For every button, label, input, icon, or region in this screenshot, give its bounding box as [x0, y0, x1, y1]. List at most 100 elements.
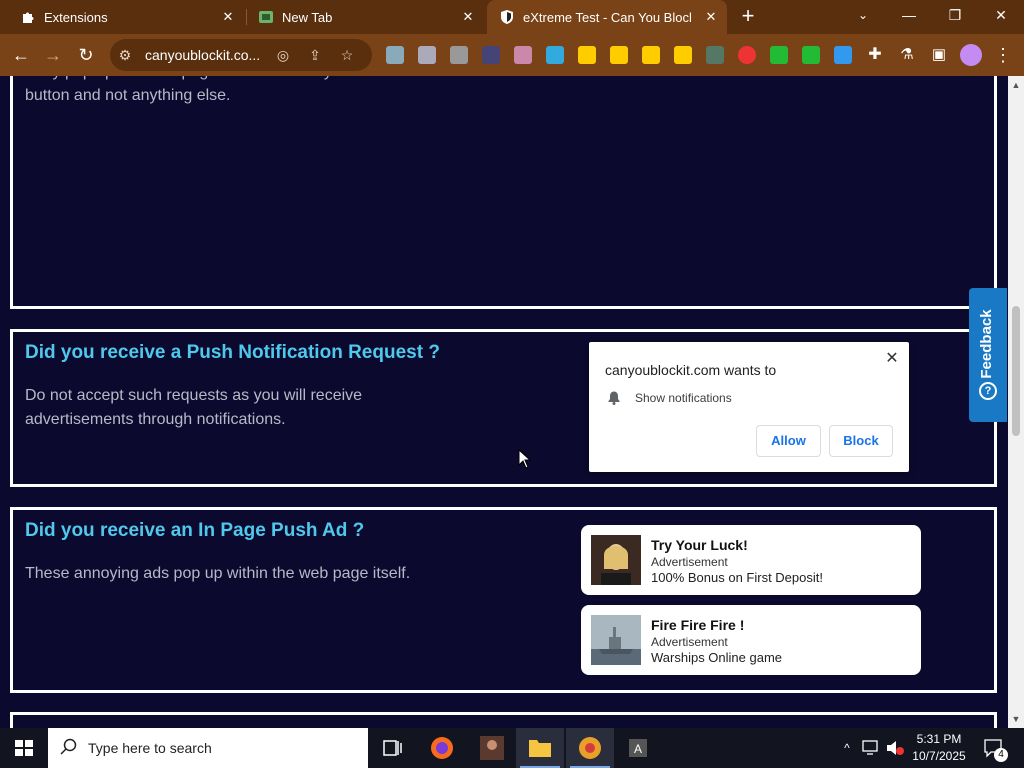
help-icon: ?	[979, 382, 997, 400]
new-tab-button[interactable]: +	[736, 5, 760, 29]
extension-ghost-icon[interactable]	[674, 46, 692, 64]
tab-close-icon[interactable]: ✕	[703, 9, 719, 25]
show-hidden-icons-chevron[interactable]: ^	[838, 728, 856, 768]
search-icon	[60, 738, 78, 761]
ad-description: 100% Bonus on First Deposit!	[651, 570, 823, 585]
bookmark-star-icon[interactable]: ☆	[338, 46, 356, 64]
push-section-title: Did you receive a Push Notification Requ…	[25, 342, 440, 363]
extension-shield-icon[interactable]	[418, 46, 436, 64]
maximize-button[interactable]: ❐	[932, 0, 978, 34]
ad-label: Advertisement	[651, 555, 728, 569]
permission-text: Show notifications	[635, 391, 732, 405]
tracking-off-icon[interactable]: ◎	[274, 46, 292, 64]
notification-count-badge: 4	[994, 748, 1008, 762]
firefox-icon[interactable]	[418, 728, 466, 768]
page-scrollbar[interactable]: ▲ ▼	[1008, 76, 1024, 728]
tab-strip: Extensions ✕ New Tab ✕ eXtreme Test - Ca…	[0, 0, 1024, 34]
next-section	[10, 712, 997, 728]
popup-section-text: They pop up before a page loads. Ensure …	[25, 76, 454, 104]
tab-close-icon[interactable]: ✕	[220, 9, 236, 25]
minimize-button[interactable]: —	[886, 0, 932, 34]
scroll-thumb[interactable]	[1012, 306, 1020, 436]
notification-permission-prompt: canyoublockit.com wants to ✕ Show notifi…	[589, 342, 909, 472]
close-window-button[interactable]: ✕	[978, 0, 1024, 34]
extension-meet-icon[interactable]	[802, 46, 820, 64]
ad-description: Warships Online game	[651, 650, 783, 665]
tab-title: Extensions	[44, 9, 108, 25]
in-page-ad[interactable]: Fire Fire Fire ! Advertisement Warships …	[581, 605, 921, 675]
extension-bird-icon[interactable]	[546, 46, 564, 64]
search-placeholder: Type here to search	[88, 740, 212, 756]
menu-kebab-icon[interactable]: ⋮	[990, 42, 1016, 68]
ad-title: Fire Fire Fire !	[651, 617, 745, 633]
ad-label: Advertisement	[651, 635, 728, 649]
extension-cube-icon[interactable]	[386, 46, 404, 64]
browser-toolbar: ← → ↻ ⚙ canyoublockit.co... ◎ ⇪ ☆ ✚ ⚗ ▣ …	[0, 34, 1024, 76]
inpage-section-title: Did you receive an In Page Push Ad ?	[25, 520, 365, 541]
tab-extreme-test[interactable]: eXtreme Test - Can You Block It ✕	[487, 0, 727, 34]
extension-video-icon[interactable]	[770, 46, 788, 64]
clock-time: 5:31 PM	[916, 732, 962, 746]
task-view-icon[interactable]	[368, 728, 416, 768]
reload-icon[interactable]: ↻	[73, 42, 99, 68]
tab-extensions[interactable]: Extensions ✕	[0, 0, 244, 34]
taskbar-search-box[interactable]: Type here to search	[48, 728, 368, 768]
popup-section: They pop up before a page loads. Ensure …	[10, 76, 997, 309]
in-page-ad[interactable]: Try Your Luck! Advertisement 100% Bonus …	[581, 525, 921, 595]
feedback-tab[interactable]: Feedback ?	[969, 288, 1007, 422]
tab-title: eXtreme Test - Can You Block It	[523, 9, 691, 25]
system-clock[interactable]: 5:31 PM 10/7/2025	[904, 731, 974, 765]
newtab-icon	[258, 9, 274, 25]
font-app-icon[interactable]: A	[614, 728, 662, 768]
volume-muted-icon[interactable]	[884, 728, 906, 768]
extension-picture-icon[interactable]	[706, 46, 724, 64]
windows-start-icon[interactable]	[0, 728, 48, 768]
extension-ghost-icon[interactable]	[610, 46, 628, 64]
ad-title: Try Your Luck!	[651, 537, 748, 553]
extension-ghost-icon[interactable]	[642, 46, 660, 64]
prompt-title: canyoublockit.com wants to	[605, 362, 777, 378]
extension-robot-icon[interactable]	[834, 46, 852, 64]
action-center-icon[interactable]: 4	[980, 728, 1010, 768]
extensions-puzzle-icon[interactable]: ✚	[862, 42, 888, 68]
share-icon[interactable]: ⇪	[306, 46, 324, 64]
tab-title: New Tab	[282, 9, 333, 25]
scroll-up-icon[interactable]: ▲	[1008, 78, 1024, 92]
inpage-section-text: These annoying ads pop up within the web…	[25, 565, 411, 582]
network-icon[interactable]	[860, 728, 882, 768]
extension-target-icon[interactable]	[738, 46, 756, 64]
tab-new-tab[interactable]: New Tab ✕	[238, 0, 484, 34]
app-photo-icon[interactable]	[468, 728, 516, 768]
mouse-cursor-icon	[518, 448, 532, 469]
extension-app-icon[interactable]	[482, 46, 500, 64]
allow-button[interactable]: Allow	[756, 425, 821, 457]
address-bar[interactable]: ⚙ canyoublockit.co... ◎ ⇪ ☆	[110, 39, 372, 71]
lab-flask-icon[interactable]: ⚗	[894, 42, 920, 68]
tab-search-chevron-icon[interactable]: ⌄	[840, 0, 886, 34]
block-button[interactable]: Block	[829, 425, 893, 457]
extension-g-icon[interactable]	[450, 46, 468, 64]
profile-avatar[interactable]	[960, 44, 982, 66]
file-explorer-icon[interactable]	[516, 728, 564, 768]
side-panel-icon[interactable]: ▣	[926, 42, 952, 68]
ad-thumbnail	[591, 535, 641, 585]
close-icon[interactable]: ✕	[883, 350, 901, 368]
clock-date: 10/7/2025	[912, 749, 966, 763]
shield-icon	[499, 9, 515, 25]
chrome-icon[interactable]	[566, 728, 614, 768]
tab-close-icon[interactable]: ✕	[460, 9, 476, 25]
extension-snap-icon[interactable]	[578, 46, 596, 64]
back-arrow-icon[interactable]: ←	[8, 42, 34, 68]
svg-text:A: A	[634, 742, 642, 756]
scroll-down-icon[interactable]: ▼	[1008, 712, 1024, 726]
extension-photo-icon[interactable]	[514, 46, 532, 64]
url-text: canyoublockit.co...	[145, 47, 261, 63]
site-info-icon[interactable]: ⚙	[116, 46, 134, 64]
push-section-text: Do not accept such requests as you will …	[25, 387, 363, 428]
ad-thumbnail	[591, 615, 641, 665]
screen: Extensions ✕ New Tab ✕ eXtreme Test - Ca…	[0, 0, 1024, 768]
bell-icon	[606, 390, 622, 406]
puzzle-icon	[20, 9, 36, 25]
forward-arrow-icon[interactable]: →	[40, 42, 66, 68]
windows-taskbar: Type here to search A ^ 5:31 PM 10/7/202…	[0, 728, 1024, 768]
